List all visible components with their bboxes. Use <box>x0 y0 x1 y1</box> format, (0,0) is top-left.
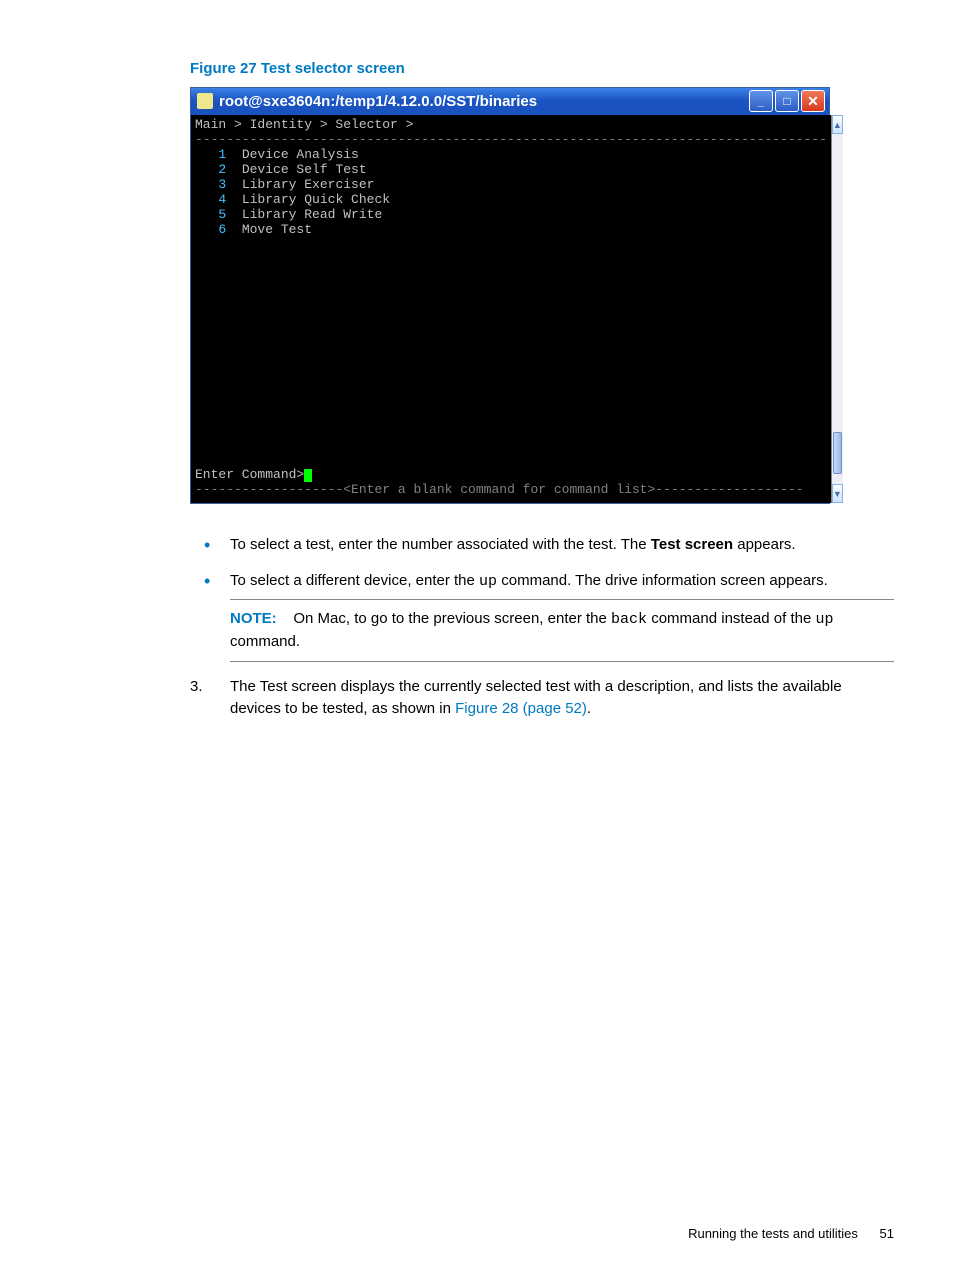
figure-caption: Figure 27 Test selector screen <box>190 60 894 77</box>
command-prompt[interactable]: Enter Command> <box>195 467 827 482</box>
figure-link[interactable]: Figure 28 (page 52) <box>455 700 587 717</box>
terminal-breadcrumb: Main > Identity > Selector > <box>195 117 827 132</box>
menu-item: 4 Library Quick Check <box>195 192 827 207</box>
app-icon <box>197 93 213 109</box>
divider: ----------------------------------------… <box>195 132 827 147</box>
footer-text: Running the tests and utilities <box>688 1226 858 1241</box>
terminal-body[interactable]: Main > Identity > Selector > -----------… <box>191 115 831 503</box>
menu-item: 5 Library Read Write <box>195 207 827 222</box>
maximize-button[interactable]: □ <box>775 90 799 112</box>
hint-line: -------------------<Enter a blank comman… <box>195 482 827 497</box>
minimize-button[interactable]: _ <box>749 90 773 112</box>
terminal-window: root@sxe3604n:/temp1/4.12.0.0/SST/binari… <box>190 87 830 504</box>
window-titlebar: root@sxe3604n:/temp1/4.12.0.0/SST/binari… <box>191 88 829 115</box>
vertical-scrollbar[interactable]: ▲ ▼ <box>831 115 843 503</box>
cursor <box>304 469 312 482</box>
close-button[interactable]: ✕ <box>801 90 825 112</box>
page-footer: Running the tests and utilities 51 <box>688 1226 894 1241</box>
menu-item: 3 Library Exerciser <box>195 177 827 192</box>
scroll-track[interactable] <box>832 134 843 484</box>
step-3: 3. The Test screen displays the currentl… <box>230 676 894 720</box>
scroll-down-button[interactable]: ▼ <box>832 484 843 503</box>
page-number: 51 <box>880 1226 894 1241</box>
step-list: 3. The Test screen displays the currentl… <box>190 676 894 720</box>
scroll-thumb[interactable] <box>833 432 842 474</box>
menu-item: 1 Device Analysis <box>195 147 827 162</box>
bullet-select-device: To select a different device, enter the … <box>230 570 894 662</box>
bullet-select-test: To select a test, enter the number assoc… <box>230 534 894 556</box>
bullet description: To select a test, enter the number assoc… <box>190 534 894 662</box>
window-title: root@sxe3604n:/temp1/4.12.0.0/SST/binari… <box>219 93 749 110</box>
menu-item: 2 Device Self Test <box>195 162 827 177</box>
menu-item: 6 Move Test <box>195 222 827 237</box>
note-box: NOTE: On Mac, to go to the previous scre… <box>230 599 894 662</box>
window-controls: _ □ ✕ <box>749 90 825 112</box>
note-label: NOTE: <box>230 610 277 627</box>
scroll-up-button[interactable]: ▲ <box>832 115 843 134</box>
